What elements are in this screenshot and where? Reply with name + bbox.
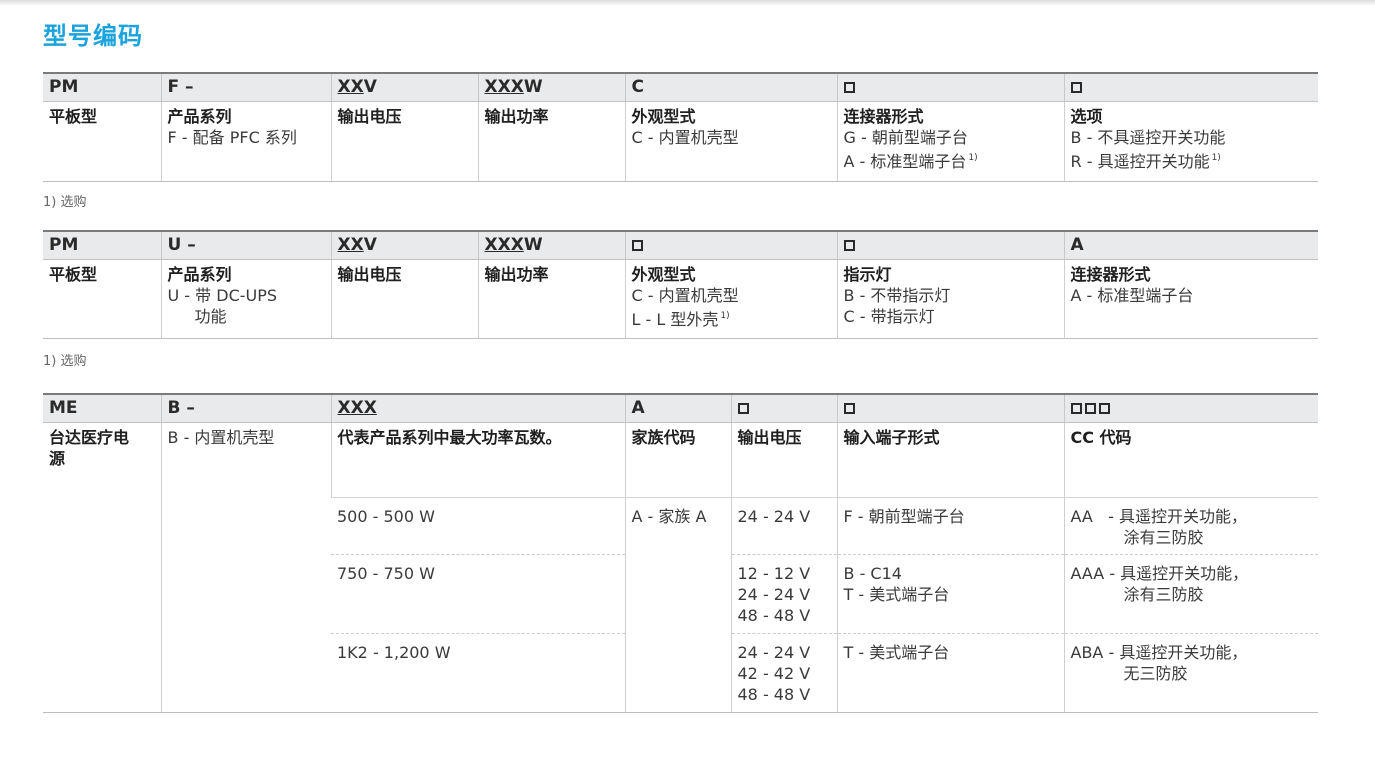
label-voltage: 输出电压: [337, 106, 402, 126]
label-series: 产品系列: [167, 106, 232, 126]
top-shadow-bar: [0, 0, 1375, 6]
model-code-table-pm-u: PM U – XXV XXXW A 平板型 产品系列 U - 带 DC-UPS …: [43, 230, 1318, 339]
input-value: B - C14: [843, 563, 902, 583]
series-value-cont: 功能: [194, 306, 227, 326]
code-indicator: [836, 230, 1064, 260]
placeholder-box-icon: [1070, 403, 1082, 415]
model-code-table-pm-f: PM F – XXV XXXW C 平板型 产品系列 F - 配备 PFC 系列…: [43, 72, 1318, 182]
label-appearance: 外观型式: [631, 264, 696, 284]
placeholder-box-icon: [737, 403, 749, 415]
option-value-b: B - 不具遥控开关功能: [1070, 127, 1226, 147]
code-power: XXXW: [477, 72, 625, 102]
power-value: 1K2 - 1,200 W: [337, 642, 451, 662]
placeholder-box-icon: [843, 240, 855, 252]
series-value: F - 配备 PFC 系列: [167, 127, 297, 147]
footnote-ref: 1): [1211, 152, 1221, 163]
code-me: ME: [43, 393, 161, 423]
code-series: F –: [160, 72, 331, 102]
voltage-value: 48 - 48 V: [737, 605, 811, 625]
power-value: 500 - 500 W: [337, 506, 435, 526]
voltage-value: 24 - 24 V: [737, 642, 811, 662]
cc-value-cont: 涂有三防胶: [1123, 584, 1204, 604]
label-connector: 连接器形式: [843, 106, 924, 126]
indicator-value-b: B - 不带指示灯: [843, 285, 951, 305]
code-family: A: [624, 393, 731, 423]
label-power: 代表产品系列中最大功率瓦数。: [337, 427, 562, 447]
code-connector: [836, 72, 1064, 102]
voltage-value: 24 - 24 V: [737, 584, 811, 604]
connector-value-a: A - 标准型端子台: [843, 151, 967, 171]
label-power: 输出功率: [484, 264, 549, 284]
input-value: T - 美式端子台: [843, 642, 950, 662]
label-cc: CC 代码: [1070, 427, 1132, 447]
placeholder-box-icon: [1070, 82, 1082, 94]
code-pm: PM: [43, 72, 161, 102]
cc-value: ABA - 具遥控开关功能，: [1070, 642, 1248, 662]
code-series: B –: [160, 393, 331, 423]
placeholder-box-icon: [843, 82, 855, 94]
appearance-value: C - 内置机壳型: [631, 127, 739, 147]
code-voltage: [730, 393, 837, 423]
cc-value-cont: 涂有三防胶: [1123, 527, 1204, 547]
label-family: 家族代码: [631, 427, 696, 447]
appearance-value-l: L - L 型外壳: [631, 309, 719, 329]
label-voltage: 输出电压: [737, 427, 802, 447]
code-voltage: XXV: [330, 230, 478, 260]
label-voltage: 输出电压: [337, 264, 402, 284]
label-connector: 连接器形式: [1070, 264, 1151, 284]
placeholder-box-icon: [631, 240, 643, 252]
series-value: U - 带 DC-UPS: [167, 285, 278, 305]
voltage-value: 24 - 24 V: [737, 506, 811, 526]
connector-value-g: G - 朝前型端子台: [843, 127, 968, 147]
code-power: XXX: [330, 393, 625, 423]
cc-value: AAA - 具遥控开关功能，: [1070, 563, 1249, 583]
voltage-value: 12 - 12 V: [737, 563, 811, 583]
cc-value-cont: 无三防胶: [1123, 663, 1188, 683]
code-power: XXXW: [477, 230, 625, 260]
input-value: F - 朝前型端子台: [843, 506, 965, 526]
label-flat-type: 平板型: [49, 264, 98, 284]
connector-value-a: A - 标准型端子台: [1070, 285, 1194, 305]
placeholder-box-icon: [1098, 403, 1110, 415]
code-voltage: XXV: [330, 72, 478, 102]
code-input: [836, 393, 1064, 423]
footnote-2: 1) 选购: [43, 354, 87, 369]
indicator-value-c: C - 带指示灯: [843, 306, 935, 326]
cc-value: AA - 具遥控开关功能，: [1070, 506, 1247, 526]
appearance-value-c: C - 内置机壳型: [631, 285, 739, 305]
code-appearance: [624, 230, 837, 260]
footnote-ref: 1): [720, 310, 730, 321]
option-value-r: R - 具遥控开关功能: [1070, 151, 1210, 171]
code-pm: PM: [43, 230, 161, 260]
family-value: A - 家族 A: [631, 506, 707, 526]
code-series: U –: [160, 230, 331, 260]
label-appearance: 外观型式: [631, 106, 696, 126]
voltage-value: 42 - 42 V: [737, 663, 811, 683]
power-value: 750 - 750 W: [337, 563, 435, 583]
label-series: 产品系列: [167, 264, 232, 284]
code-option: [1063, 72, 1318, 102]
voltage-value: 48 - 48 V: [737, 684, 811, 704]
footnote-ref: 1): [968, 152, 978, 163]
footnote-1: 1) 选购: [43, 195, 87, 210]
label-brand: 台达医疗电源: [49, 427, 130, 468]
placeholder-box-icon: [1084, 403, 1096, 415]
input-value: T - 美式端子台: [843, 584, 950, 604]
code-cc: [1063, 393, 1318, 423]
model-code-table-me-b: ME B – XXX A 台达医疗电源 B - 内置机壳型 代表产品系列中最大功…: [43, 393, 1318, 713]
page-title: 型号编码: [43, 22, 143, 50]
code-appearance: C: [624, 72, 837, 102]
label-flat-type: 平板型: [49, 106, 98, 126]
label-power: 输出功率: [484, 106, 549, 126]
code-connector: A: [1063, 230, 1318, 260]
label-option: 选项: [1070, 106, 1103, 126]
series-value: B - 内置机壳型: [167, 427, 275, 447]
placeholder-box-icon: [843, 403, 855, 415]
label-indicator: 指示灯: [843, 264, 892, 284]
label-input: 输入端子形式: [843, 427, 940, 447]
